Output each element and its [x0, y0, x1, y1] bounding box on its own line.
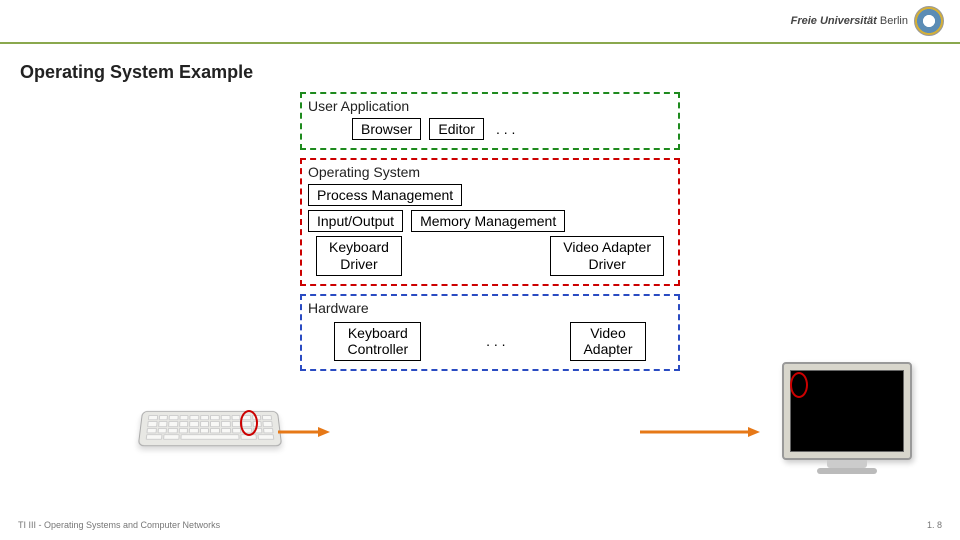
page-title: Operating System Example: [20, 62, 253, 83]
logo-text: Freie Universität Berlin: [791, 15, 908, 27]
io-box: Input/Output: [308, 210, 403, 232]
os-row1: Process Management: [308, 184, 672, 206]
video-adapter-box: Video Adapter: [570, 322, 645, 362]
highlight-circle-icon: [790, 372, 808, 398]
hw-title: Hardware: [308, 300, 672, 316]
header-divider: [0, 42, 960, 44]
hardware-layer: Hardware Keyboard Controller . . . Video…: [300, 294, 680, 372]
university-logo: Freie Universität Berlin: [791, 6, 944, 36]
editor-box: Editor: [429, 118, 484, 140]
video-driver-box: Video Adapter Driver: [550, 236, 664, 276]
footer-left: TI III - Operating Systems and Computer …: [18, 520, 220, 530]
keyboard-icon: [140, 408, 280, 456]
diagram: User Application Browser Editor . . . Op…: [300, 92, 680, 379]
os-row3: Keyboard Driver Video Adapter Driver: [308, 236, 672, 276]
hw-row: Keyboard Controller . . . Video Adapter: [308, 322, 672, 362]
seal-icon: [914, 6, 944, 36]
highlight-circle-icon: [240, 410, 258, 436]
browser-box: Browser: [352, 118, 421, 140]
keyboard-controller-box: Keyboard Controller: [334, 322, 421, 362]
ua-row: Browser Editor . . .: [308, 118, 672, 140]
memory-mgmt-box: Memory Management: [411, 210, 565, 232]
os-row2: Input/Output Memory Management: [308, 210, 672, 232]
ellipsis: . . .: [482, 333, 509, 349]
operating-system-layer: Operating System Process Management Inpu…: [300, 158, 680, 286]
process-mgmt-box: Process Management: [308, 184, 462, 206]
arrow-adapter-to-monitor-icon: [640, 425, 760, 439]
ua-title: User Application: [308, 98, 672, 114]
os-title: Operating System: [308, 164, 672, 180]
keyboard-driver-box: Keyboard Driver: [316, 236, 402, 276]
monitor-icon: [772, 362, 922, 474]
footer-right: 1. 8: [927, 520, 942, 530]
arrow-keyboard-to-controller-icon: [278, 425, 330, 439]
ellipsis: . . .: [492, 121, 519, 137]
user-application-layer: User Application Browser Editor . . .: [300, 92, 680, 150]
